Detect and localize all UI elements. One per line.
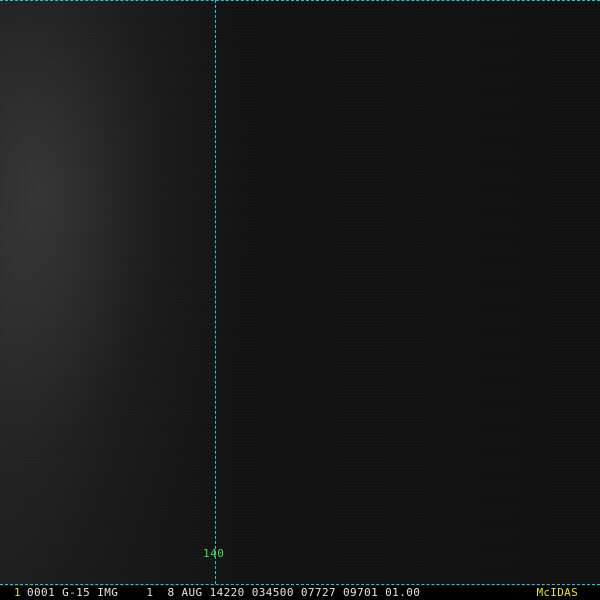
latitude-grid-line-top (0, 0, 600, 1)
latitude-grid-line-bottom (0, 584, 600, 585)
software-label: McIDAS (536, 586, 578, 599)
frame-number: 1 (14, 586, 21, 599)
longitude-grid-line-140 (215, 0, 216, 584)
longitude-label: 140 (203, 547, 225, 560)
image-info-bar: 1 0001 G-15 IMG 1 8 AUG 14220 034500 077… (0, 586, 600, 600)
satellite-image (0, 0, 600, 586)
satellite-viewer: 140 1 0001 G-15 IMG 1 8 AUG 14220 034500… (0, 0, 600, 600)
image-status-text: 0001 G-15 IMG 1 8 AUG 14220 034500 07727… (27, 586, 421, 599)
